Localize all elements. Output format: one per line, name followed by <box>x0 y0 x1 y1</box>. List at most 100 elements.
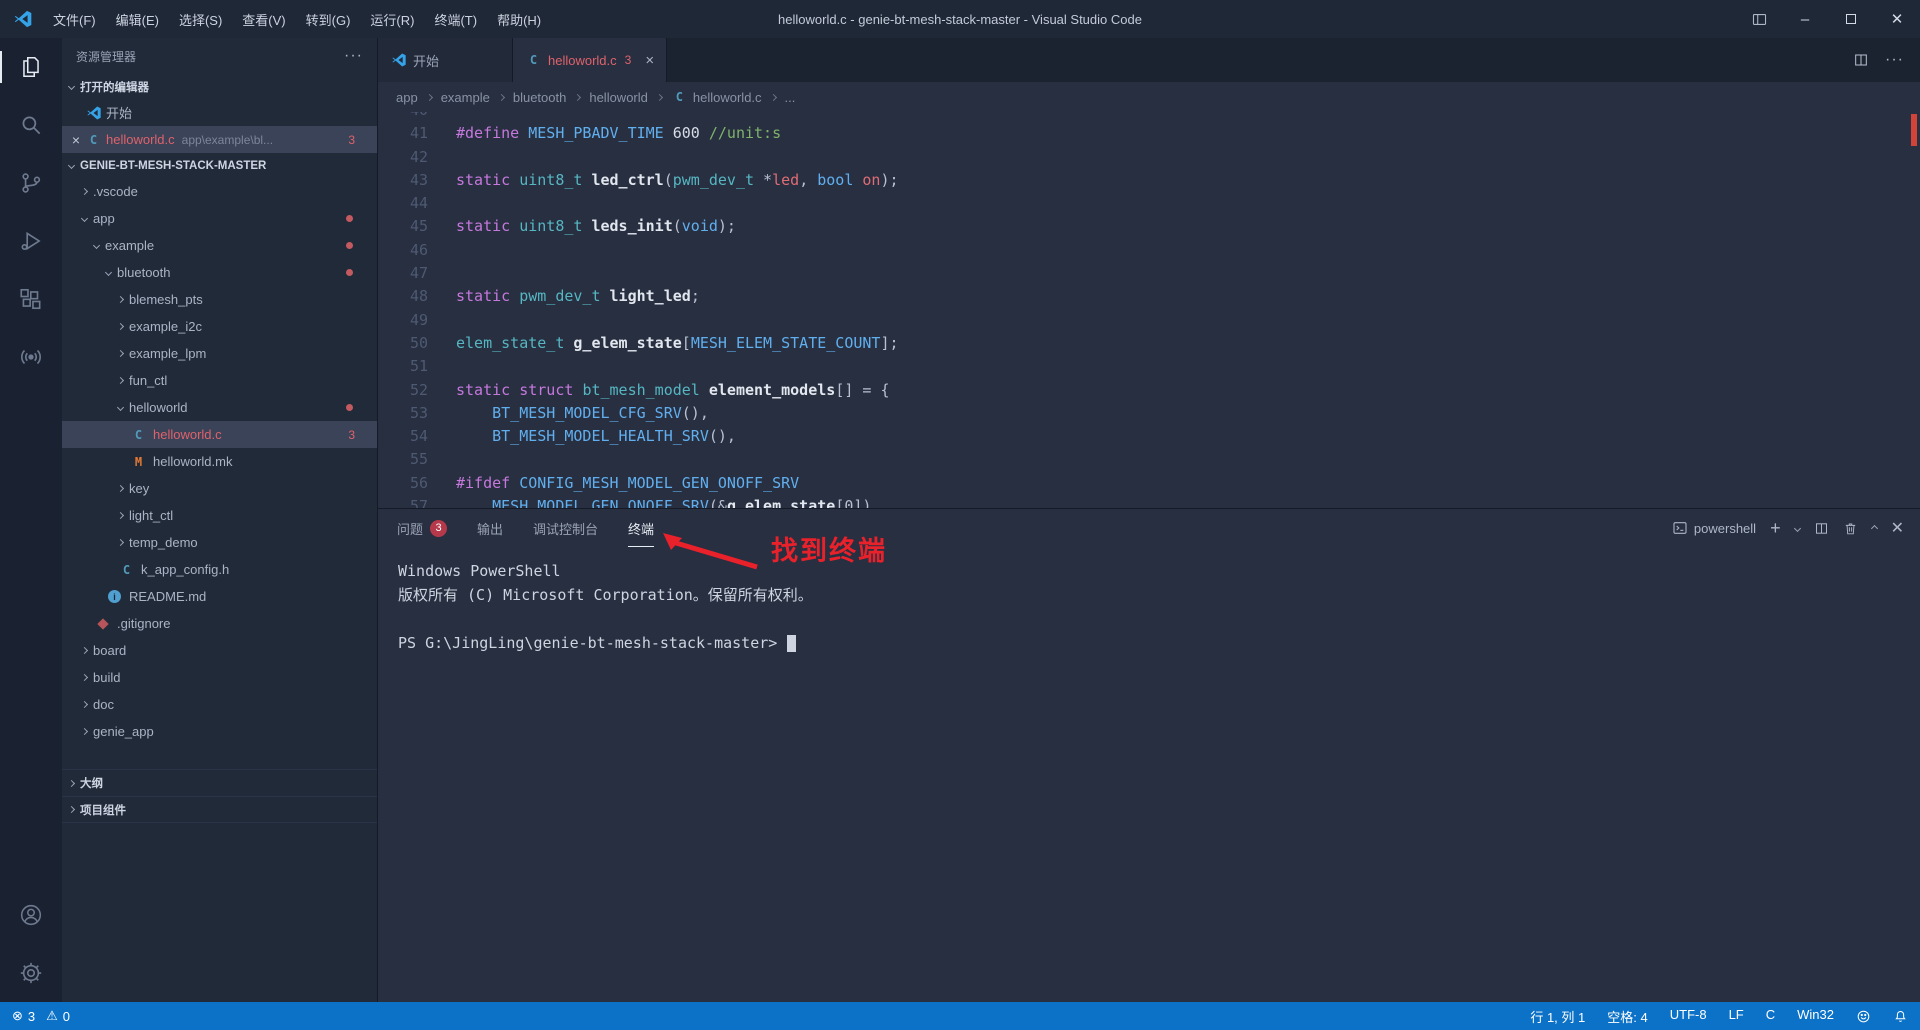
split-terminal-icon[interactable] <box>1814 521 1829 536</box>
menu-item[interactable]: 转到(G) <box>296 0 361 38</box>
line-number: 57 <box>378 495 428 508</box>
workspace-section-header[interactable]: GENIE-BT-MESH-STACK-MASTER <box>62 153 377 178</box>
tree-folder-helloworld[interactable]: helloworld <box>62 394 377 421</box>
close-icon[interactable]: × <box>67 132 85 148</box>
code-line: 51 <box>378 355 1920 378</box>
line-number: 54 <box>378 425 428 448</box>
menu-item[interactable]: 运行(R) <box>360 0 424 38</box>
tree-folder-app[interactable]: app <box>62 205 377 232</box>
status-bar: ⊗3 ⚠0 行 1, 列 1 空格: 4 UTF-8 LF C Win32 <box>0 1002 1920 1030</box>
status-item[interactable]: Win32 <box>1797 1007 1834 1026</box>
terminal-dropdown-icon[interactable] <box>1794 524 1801 531</box>
menu-item[interactable]: 查看(V) <box>232 0 295 38</box>
breadcrumb-item[interactable]: ... <box>785 90 796 105</box>
new-terminal-icon[interactable]: + <box>1770 519 1781 537</box>
menu-item[interactable]: 选择(S) <box>169 0 232 38</box>
menu-item[interactable]: 编辑(E) <box>106 0 169 38</box>
chevron-right-icon <box>68 779 75 786</box>
more-actions-icon[interactable]: ··· <box>344 47 363 65</box>
kill-terminal-icon[interactable] <box>1843 521 1858 536</box>
menu-item[interactable]: 终端(T) <box>424 0 487 38</box>
panel-tab-终端[interactable]: 终端 <box>628 509 654 547</box>
status-item[interactable]: C <box>1766 1007 1775 1026</box>
notifications-bell-icon[interactable] <box>1893 1009 1908 1024</box>
close-button[interactable]: ✕ <box>1874 0 1920 38</box>
breadcrumb-item[interactable]: bluetooth <box>513 90 567 105</box>
panel-tab-调试控制台[interactable]: 调试控制台 <box>533 509 598 547</box>
tree-folder-build[interactable]: build <box>62 664 377 691</box>
split-editor-icon[interactable] <box>1853 52 1869 68</box>
explorer-activity-button[interactable] <box>0 38 62 96</box>
error-count: 3 <box>28 1009 35 1024</box>
run-debug-activity-button[interactable] <box>0 212 62 270</box>
tree-folder-blemesh_pts[interactable]: blemesh_pts <box>62 286 377 313</box>
tree-folder-.vscode[interactable]: .vscode <box>62 178 377 205</box>
problems-status[interactable]: ⊗3 ⚠0 <box>12 1008 70 1024</box>
tree-folder-genie_app[interactable]: genie_app <box>62 718 377 745</box>
gear-icon <box>18 960 44 986</box>
status-item[interactable]: 空格: 4 <box>1607 1007 1647 1026</box>
tree-file-k_app_config.h[interactable]: Ck_app_config.h <box>62 556 377 583</box>
tree-folder-example[interactable]: example <box>62 232 377 259</box>
tree-file-helloworld.c[interactable]: Chelloworld.c3 <box>62 421 377 448</box>
panel-tab-输出[interactable]: 输出 <box>477 509 503 547</box>
c-file-icon: C <box>671 90 688 104</box>
components-section-header[interactable]: 项目组件 <box>62 796 377 823</box>
feedback-icon[interactable] <box>1856 1009 1871 1024</box>
breadcrumb-item[interactable]: helloworld <box>589 90 648 105</box>
shell-selector[interactable]: powershell <box>1672 520 1756 536</box>
open-editors-section-header[interactable]: 打开的编辑器 <box>62 74 377 99</box>
terminal-prompt-line: PS G:\JingLing\genie-bt-mesh-stack-maste… <box>398 631 1920 655</box>
tree-folder-doc[interactable]: doc <box>62 691 377 718</box>
tab-label: helloworld.c <box>548 53 617 68</box>
open-editor-item[interactable]: ×Chelloworld.capp\example\bl...3 <box>62 126 377 153</box>
extensions-activity-button[interactable] <box>0 270 62 328</box>
search-activity-button[interactable] <box>0 96 62 154</box>
broadcast-activity-button[interactable] <box>0 328 62 386</box>
tree-file-README.md[interactable]: iREADME.md <box>62 583 377 610</box>
layout-toggle-icon[interactable] <box>1736 0 1782 38</box>
tree-folder-light_ctl[interactable]: light_ctl <box>62 502 377 529</box>
accounts-button[interactable] <box>0 886 62 944</box>
terminal[interactable]: Windows PowerShell版权所有 (C) Microsoft Cor… <box>378 547 1920 1002</box>
tree-folder-temp_demo[interactable]: temp_demo <box>62 529 377 556</box>
tree-file-helloworld.mk[interactable]: Mhelloworld.mk <box>62 448 377 475</box>
breadcrumb-item[interactable]: Chelloworld.c <box>671 90 762 105</box>
overview-ruler-scrollbar[interactable] <box>1907 112 1920 508</box>
status-right-items: 行 1, 列 1 空格: 4 UTF-8 LF C Win32 <box>1530 1007 1834 1026</box>
tree-folder-fun_ctl[interactable]: fun_ctl <box>62 367 377 394</box>
status-item[interactable]: UTF-8 <box>1670 1007 1707 1026</box>
code-editor[interactable]: 4041#define MESH_PBADV_TIME 600 //unit:s… <box>378 112 1920 508</box>
panel-tab-问题[interactable]: 问题3 <box>397 509 447 547</box>
tab-helloworld.c[interactable]: Chelloworld.c3× <box>513 38 667 82</box>
maximize-panel-icon[interactable] <box>1871 524 1878 531</box>
modified-indicator-dot <box>346 215 353 222</box>
open-editor-item[interactable]: 开始 <box>62 99 377 126</box>
code-text: static struct bt_mesh_model element_mode… <box>456 379 890 402</box>
tab-开始[interactable]: 开始 <box>378 38 513 82</box>
status-item[interactable]: LF <box>1729 1007 1744 1026</box>
outline-section-header[interactable]: 大纲 <box>62 769 377 796</box>
tree-folder-board[interactable]: board <box>62 637 377 664</box>
search-icon <box>18 112 44 138</box>
source-control-activity-button[interactable] <box>0 154 62 212</box>
tree-folder-key[interactable]: key <box>62 475 377 502</box>
breadcrumb-item[interactable]: app <box>396 90 418 105</box>
tree-folder-bluetooth[interactable]: bluetooth <box>62 259 377 286</box>
menu-item[interactable]: 帮助(H) <box>487 0 551 38</box>
maximize-button[interactable] <box>1828 0 1874 38</box>
status-item[interactable]: 行 1, 列 1 <box>1530 1007 1585 1026</box>
minimize-button[interactable]: – <box>1782 0 1828 38</box>
tree-folder-example_lpm[interactable]: example_lpm <box>62 340 377 367</box>
tree-folder-example_i2c[interactable]: example_i2c <box>62 313 377 340</box>
tree-file-.gitignore[interactable]: .gitignore <box>62 610 377 637</box>
activity-bar <box>0 38 62 1002</box>
menu-item[interactable]: 文件(F) <box>43 0 106 38</box>
more-actions-icon[interactable]: ··· <box>1885 51 1904 69</box>
settings-button[interactable] <box>0 944 62 1002</box>
close-panel-icon[interactable]: ✕ <box>1891 518 1904 538</box>
extensions-icon <box>18 286 44 312</box>
breadcrumb-label: helloworld.c <box>693 90 762 105</box>
breadcrumb-item[interactable]: example <box>441 90 490 105</box>
close-icon[interactable]: × <box>645 52 654 69</box>
